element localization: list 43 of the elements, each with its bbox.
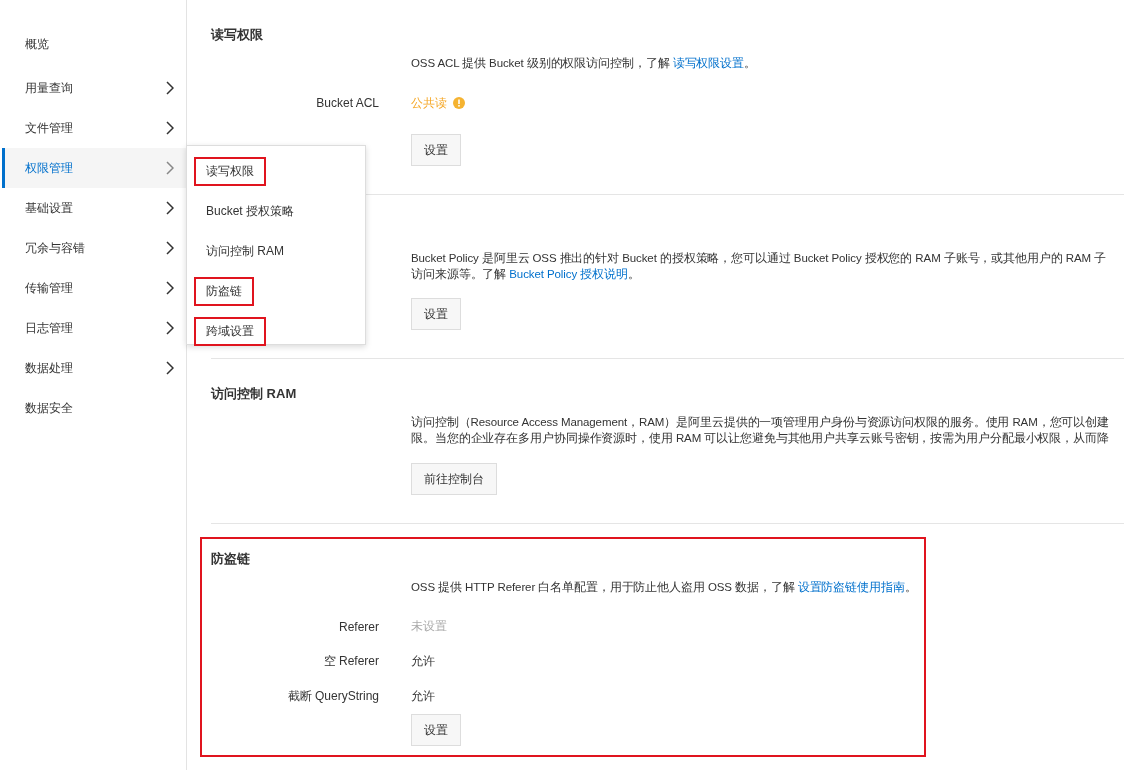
sidebar-item[interactable]: 数据安全 xyxy=(2,388,186,428)
field-label: Referer xyxy=(339,619,379,634)
section-heading: 读写权限 xyxy=(211,26,263,44)
help-link[interactable]: 设置防盗链使用指南 xyxy=(797,581,905,593)
warning-icon xyxy=(453,97,465,109)
description-text: OSS ACL 提供 Bucket 级别的权限访问控制，了解 xyxy=(411,57,671,69)
description-text: 。 xyxy=(627,268,640,280)
field-value: 未设置 xyxy=(411,618,447,635)
settings-button[interactable]: 设置 xyxy=(411,714,461,746)
field-value: 公共读 xyxy=(411,94,447,112)
sidebar-item[interactable]: 传输管理 xyxy=(2,268,186,308)
description-text: OSS 提供 HTTP Referer 白名单配置，用于防止他人盗用 OSS 数据，了解 xyxy=(411,581,796,593)
field-label: 空 Referer xyxy=(323,653,379,670)
description-text: 访问来源等。了解 xyxy=(411,268,508,280)
description-text: 访问控制（Resource Access Management，RAM）是阿里云提供的一项管理用户身份与资源访问权限的服务。使用 RAM，您可以创建 xyxy=(411,416,1110,428)
sidebar-item[interactable]: 基础设置 xyxy=(2,188,186,228)
field-value: 允许 xyxy=(411,688,435,705)
menu-item[interactable]: 防盗链 xyxy=(194,276,254,306)
help-link[interactable]: Bucket Policy 授权说明 xyxy=(509,268,628,280)
sidebar-item[interactable]: 文件管理 xyxy=(2,108,186,148)
sidebar-item[interactable]: 概览 xyxy=(2,24,186,64)
help-link[interactable]: 读写权限设置 xyxy=(672,57,745,69)
section-heading: 访问控制 RAM xyxy=(211,385,297,403)
settings-button[interactable]: 前往控制台 xyxy=(411,463,497,495)
description-text: 。 xyxy=(744,57,756,69)
menu-item[interactable]: 访问控制 RAM xyxy=(194,236,296,266)
settings-button[interactable]: 设置 xyxy=(411,134,461,166)
sidebar-item[interactable]: 日志管理 xyxy=(2,308,186,348)
menu-item[interactable]: Bucket 授权策略 xyxy=(194,196,307,226)
description-text: 限。当您的企业存在多用户协同操作资源时，使用 RAM 可以让您避免与其他用户共享云账号密钥，按需为用户分配最小权限，从而降 xyxy=(411,432,1109,444)
settings-button[interactable]: 设置 xyxy=(411,298,461,330)
field-label: Bucket ACL xyxy=(316,96,379,110)
sidebar-item[interactable]: 权限管理 xyxy=(2,148,186,188)
sidebar-item[interactable]: 用量查询 xyxy=(2,68,186,108)
description-text: 。 xyxy=(904,581,917,593)
field-label: 截断 QueryString xyxy=(287,688,379,705)
sidebar-item[interactable]: 冗余与容错 xyxy=(2,228,186,268)
menu-item[interactable]: 读写权限 xyxy=(194,156,266,186)
field-value: 允许 xyxy=(411,653,435,670)
section-heading: 防盗链 xyxy=(211,550,250,568)
menu-item[interactable]: 跨域设置 xyxy=(194,316,266,346)
sidebar-item[interactable]: 数据处理 xyxy=(2,348,186,388)
description-text: Bucket Policy 是阿里云 OSS 推出的针对 Bucket 的授权策略，您可以通过 Bucket Policy 授权您的 RAM 子账号，或其他用户的 RAM 子 xyxy=(411,252,1107,264)
